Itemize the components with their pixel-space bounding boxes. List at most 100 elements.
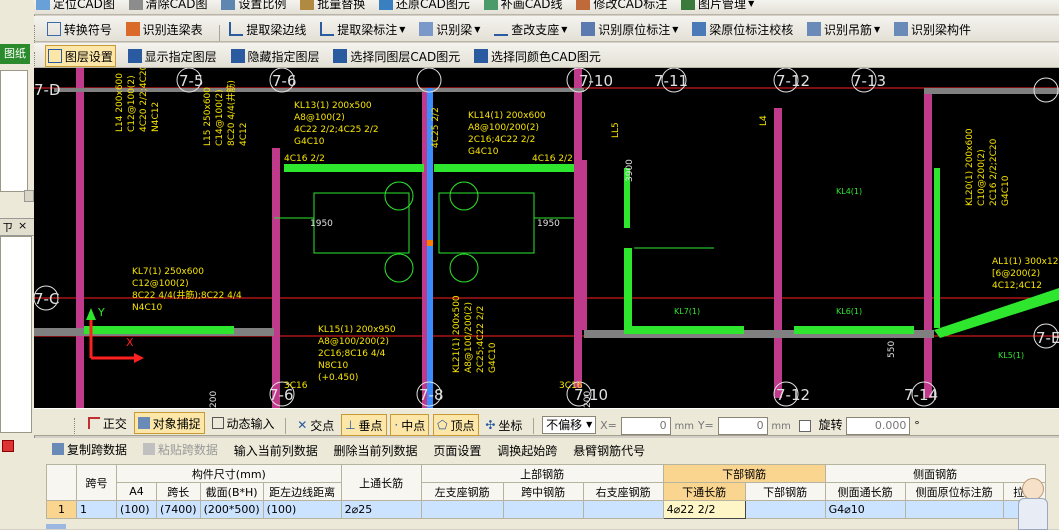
kl7-line-1: KL7(1) 250x600 xyxy=(132,267,204,277)
pin-icon[interactable]: ㄗ xyxy=(2,219,13,235)
side-original-cell[interactable] xyxy=(904,500,1004,519)
recognize-beam-component-button[interactable]: 识别梁构件 xyxy=(892,19,973,39)
recognize-link-beam-table-button[interactable]: 识别连梁表 xyxy=(124,19,205,39)
close-panel-icon[interactable] xyxy=(2,440,14,452)
al1-line-3: 4C12;4C12 xyxy=(992,281,1042,291)
midpoint-snap[interactable]: · 中点 xyxy=(390,414,430,436)
horizontal-scrollbar[interactable] xyxy=(46,524,66,529)
beam-component-icon xyxy=(894,22,909,36)
section-cell[interactable]: (200*500) xyxy=(199,500,264,519)
edit-cad-annotation-button[interactable]: 修改CAD标注 xyxy=(574,0,669,13)
a4-header[interactable]: A4 xyxy=(116,482,157,501)
copy-span-data-button[interactable]: 复制跨数据 xyxy=(50,438,129,460)
mid-span-cell[interactable] xyxy=(502,500,584,519)
a4-cell[interactable]: (100) xyxy=(116,500,157,519)
restore-cad-button[interactable]: 还原CAD图元 xyxy=(377,0,472,13)
top-long-cell[interactable]: 2⌀25 xyxy=(340,500,422,519)
left-edge-distance-cell[interactable]: (100) xyxy=(262,500,342,519)
scroll-handle[interactable] xyxy=(24,190,34,202)
vertex-snap[interactable]: ⬠ 顶点 xyxy=(433,414,479,436)
convert-symbol-button[interactable]: 转换符号 xyxy=(45,19,114,39)
layer-settings-button[interactable]: 图层设置 xyxy=(44,45,116,67)
swap-start-span-button[interactable]: 调换起始跨 xyxy=(495,440,559,462)
batch-replace-button[interactable]: 批量替换 xyxy=(298,0,367,13)
mid-span-header[interactable]: 跨中钢筋 xyxy=(502,482,584,501)
set-scale-button[interactable]: 设置比例 xyxy=(219,0,288,13)
bottom-header[interactable]: 下部钢筋 xyxy=(744,482,826,501)
top-rebar-header[interactable]: 上部钢筋 xyxy=(420,464,664,483)
locate-cad-button[interactable]: 定位CAD图 xyxy=(34,0,117,13)
bottom-long-cell[interactable]: 4⌀22 2/2 xyxy=(662,500,746,519)
bottom-rebar-header[interactable]: 下部钢筋 xyxy=(662,464,826,483)
recognize-beam-button[interactable]: 识别梁 ▼ xyxy=(417,19,482,39)
show-layer-label: 显示指定图层 xyxy=(144,49,217,64)
show-layer-button[interactable]: 显示指定图层 xyxy=(126,46,219,66)
section-header[interactable]: 截面(B*H) xyxy=(199,482,264,501)
page-setup-button[interactable]: 页面设置 xyxy=(431,440,483,462)
separator xyxy=(285,417,287,434)
left-support-header[interactable]: 左支座钢筋 xyxy=(420,482,504,501)
close-icon[interactable]: × xyxy=(18,219,27,232)
draw-cad-line-button[interactable]: 补画CAD线 xyxy=(482,0,565,13)
toolbar-grip[interactable] xyxy=(74,417,78,434)
kl4-label: KL4(1) xyxy=(836,187,862,196)
kl7-line-4: N4C10 xyxy=(132,303,162,313)
recognize-original-annotation-button[interactable]: 识别原位标注 ▼ xyxy=(579,19,680,39)
span-length-cell[interactable]: (7400) xyxy=(156,500,201,519)
extract-beam-edge-button[interactable]: 提取梁边线 xyxy=(227,19,308,39)
side-long-cell[interactable]: G4⌀10 xyxy=(824,500,906,519)
coordinate-snap[interactable]: ✣ 坐标 xyxy=(482,415,525,435)
size-header[interactable]: 构件尺寸(mm) xyxy=(116,464,342,483)
paste-span-data-button[interactable]: 粘贴跨数据 xyxy=(141,438,220,460)
select-same-color-button[interactable]: 选择同颜色CAD图元 xyxy=(472,46,603,66)
check-support-button[interactable]: 查改支座 ▼ xyxy=(492,19,569,39)
cantilever-code-button[interactable]: 悬臂钢筋代号 xyxy=(571,440,647,462)
property-list[interactable] xyxy=(0,236,32,433)
assistant-mascot-icon[interactable] xyxy=(1012,472,1052,530)
perpendicular-snap[interactable]: ⊥ 垂点 xyxy=(341,414,387,436)
row-number-header xyxy=(46,464,77,501)
y-offset-input[interactable]: 0 xyxy=(717,416,768,435)
bottom-long-header[interactable]: 下通长筋 xyxy=(662,482,746,501)
toolbar-grip[interactable] xyxy=(34,24,38,41)
delete-column-data-button[interactable]: 删除当前列数据 xyxy=(332,440,420,462)
bottom-cell[interactable] xyxy=(744,500,826,519)
ortho-toggle[interactable]: 正交 xyxy=(85,413,130,433)
table-row[interactable]: 1 1 (100) (7400) (200*500) (100) 2⌀25 4⌀… xyxy=(46,500,1046,519)
rotate-angle-input[interactable]: 0.000 xyxy=(846,416,911,435)
span-length-header[interactable]: 跨长 xyxy=(156,482,201,501)
dynamic-input-toggle[interactable]: 动态输入 xyxy=(209,413,278,433)
clear-cad-button[interactable]: 清除CAD图 xyxy=(127,0,210,13)
dim-3900: 3900 xyxy=(625,159,635,182)
cad-canvas[interactable]: Y X 7-5 7-6 7-10 7-11 7-12 7-13 7-D 7-C … xyxy=(34,68,1059,408)
object-snap-toggle[interactable]: 对象捕捉 xyxy=(133,412,205,434)
layer-settings-label: 图层设置 xyxy=(64,49,113,64)
extract-beam-annotation-button[interactable]: 提取梁标注 ▼ xyxy=(318,19,407,39)
intersection-snap[interactable]: ✕ 交点 xyxy=(294,415,337,435)
right-support-cell[interactable] xyxy=(582,500,664,519)
offset-mode-select[interactable]: 不偏移 ▼ xyxy=(542,415,597,434)
drawing-list[interactable] xyxy=(0,70,28,192)
right-support-header[interactable]: 右支座钢筋 xyxy=(582,482,664,501)
top-long-header[interactable]: 上通长筋 xyxy=(340,464,422,501)
image-manage-button[interactable]: 图片管理 ▼ xyxy=(679,0,756,13)
input-column-data-button[interactable]: 输入当前列数据 xyxy=(232,440,320,462)
side-long-header[interactable]: 侧面通长筋 xyxy=(824,482,906,501)
hide-layer-button[interactable]: 隐藏指定图层 xyxy=(229,46,322,66)
select-same-layer-button[interactable]: 选择同图层CAD图元 xyxy=(331,46,462,66)
clear-icon xyxy=(128,0,143,10)
kl14-line-4: G4C10 xyxy=(468,147,499,157)
recognize-hanger-button[interactable]: 识别吊筋 ▼ xyxy=(805,19,882,39)
left-edge-distance-header[interactable]: 距左边线距离 xyxy=(262,482,342,501)
side-original-header[interactable]: 侧面原位标注筋 xyxy=(904,482,1004,501)
left-support-cell[interactable] xyxy=(420,500,504,519)
row-number-cell[interactable]: 1 xyxy=(46,500,77,519)
drawing-tab[interactable]: 图纸 xyxy=(0,44,30,64)
x-offset-input[interactable]: 0 xyxy=(620,416,671,435)
span-header[interactable]: 跨号 xyxy=(76,464,117,501)
beam-annotation-check-button[interactable]: 梁原位标注校核 xyxy=(690,19,795,39)
toolbar-grip[interactable] xyxy=(34,51,38,67)
span-cell[interactable]: 1 xyxy=(76,500,117,519)
rotate-checkbox[interactable] xyxy=(798,419,811,432)
coordinate-icon: ✣ xyxy=(485,418,496,432)
